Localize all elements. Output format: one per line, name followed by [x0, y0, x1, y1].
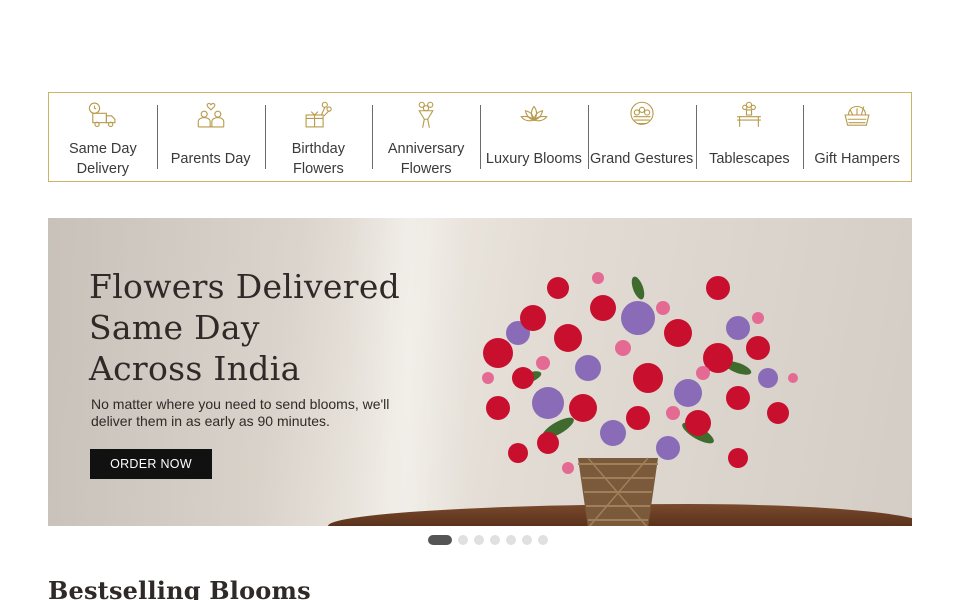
carousel-dot[interactable]	[506, 535, 516, 545]
category-label: Birthday Flowers	[291, 141, 345, 177]
category-label: Gift Hampers	[814, 151, 900, 167]
flower-bouquet-image	[482, 272, 798, 526]
carousel-dot[interactable]	[474, 535, 484, 545]
category-bar: Same Day Delivery Parents Day Birthday F…	[48, 92, 912, 182]
carousel-dot[interactable]	[522, 535, 532, 545]
category-label: Same Day Delivery	[69, 141, 137, 177]
category-luxury-blooms[interactable]: Luxury Blooms	[480, 93, 588, 181]
carousel-dot[interactable]	[458, 535, 468, 545]
category-label: Luxury Blooms	[485, 151, 582, 167]
category-same-day-delivery[interactable]: Same Day Delivery	[49, 93, 157, 181]
category-label: Grand Gestures	[590, 151, 694, 167]
category-grand-gestures[interactable]: Grand Gestures	[587, 93, 696, 181]
category-anniversary-flowers[interactable]: Anniversary Flowers	[372, 93, 480, 181]
category-parents-day[interactable]: Parents Day	[156, 93, 265, 181]
gift-flowers-icon	[300, 97, 336, 133]
carousel-dot[interactable]	[538, 535, 548, 545]
section-title: Bestselling Blooms	[48, 576, 311, 600]
category-gift-hampers[interactable]: Gift Hampers	[803, 93, 911, 181]
banner-title: Flowers Delivered Same Day Across India	[89, 267, 401, 388]
hero-banner[interactable]: Flowers Delivered Same Day Across India …	[48, 218, 912, 526]
flower-basket-icon	[624, 97, 660, 133]
lotus-icon	[516, 97, 552, 133]
banner-subtitle: No matter where you need to send blooms,…	[91, 396, 390, 429]
delivery-truck-icon	[85, 97, 121, 133]
table-flowers-icon	[731, 97, 767, 133]
order-now-button[interactable]: ORDER NOW	[90, 449, 212, 479]
category-birthday-flowers[interactable]: Birthday Flowers	[264, 93, 373, 181]
carousel-dot[interactable]	[490, 535, 500, 545]
carousel-indicators	[0, 535, 960, 545]
bouquet-icon	[408, 97, 444, 133]
category-tablescapes[interactable]: Tablescapes	[695, 93, 804, 181]
hamper-icon	[839, 97, 875, 133]
category-label: Parents Day	[170, 151, 251, 167]
category-label: Tablescapes	[709, 151, 790, 167]
parents-icon	[193, 97, 229, 133]
carousel-dot-active[interactable]	[428, 535, 452, 545]
category-label: Anniversary Flowers	[387, 141, 465, 177]
